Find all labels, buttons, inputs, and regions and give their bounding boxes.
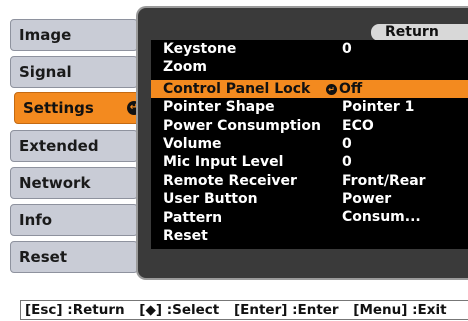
row-label: Pointer Shape bbox=[163, 99, 275, 115]
tab-label: Network bbox=[19, 174, 91, 192]
row-label: Power Consumption bbox=[163, 118, 321, 134]
row-value: 0 bbox=[342, 41, 352, 57]
menu-tab-network[interactable]: Network bbox=[10, 167, 138, 199]
tab-label: Extended bbox=[19, 137, 99, 155]
row-value: ECO bbox=[342, 118, 374, 134]
menu-row-pattern[interactable]: Pattern bbox=[151, 209, 468, 227]
tab-label: Image bbox=[19, 26, 72, 44]
menu-row-user-button[interactable]: User Button Power Consum... bbox=[151, 190, 468, 225]
row-value: 0 bbox=[342, 154, 352, 170]
row-value: 0 bbox=[342, 136, 352, 152]
row-label: Zoom bbox=[163, 59, 207, 75]
menu-row-zoom[interactable]: Zoom bbox=[151, 58, 468, 76]
help-bar: [Esc] :Return [◆] :Select [Enter] :Enter… bbox=[20, 300, 468, 320]
return-button[interactable]: Return bbox=[371, 24, 468, 41]
row-label: Volume bbox=[163, 136, 222, 152]
row-value: Pointer 1 bbox=[342, 99, 415, 115]
help-menu: [Menu] :Exit bbox=[353, 302, 447, 318]
menu-row-pointer-shape[interactable]: Pointer Shape Pointer 1 bbox=[151, 98, 468, 116]
menu-tab-reset[interactable]: Reset bbox=[10, 241, 138, 273]
help-esc: [Esc] :Return bbox=[25, 302, 125, 318]
row-value: Off bbox=[339, 81, 363, 97]
menu-tab-settings[interactable]: Settings ↵ bbox=[14, 92, 149, 124]
menu-row-mic-input-level[interactable]: Mic Input Level 0 bbox=[151, 153, 468, 171]
row-label: Keystone bbox=[163, 41, 237, 57]
menu-row-volume[interactable]: Volume 0 bbox=[151, 135, 468, 153]
help-enter: [Enter] :Enter bbox=[233, 302, 339, 318]
menu-row-keystone[interactable]: Keystone 0 bbox=[151, 40, 468, 58]
menu-tab-info[interactable]: Info bbox=[10, 204, 138, 236]
row-value: Front/Rear bbox=[342, 173, 426, 189]
tab-label: Signal bbox=[19, 63, 72, 81]
return-label: Return bbox=[385, 24, 439, 40]
row-label: Pattern bbox=[163, 210, 223, 226]
menu-row-control-panel-lock[interactable]: Control Panel Lock ↵ Off bbox=[151, 80, 468, 98]
menu-tab-signal[interactable]: Signal bbox=[10, 56, 138, 88]
row-label: User Button bbox=[163, 191, 258, 207]
row-label: Control Panel Lock bbox=[163, 81, 311, 97]
tab-label: Reset bbox=[19, 248, 67, 266]
menu-row-power-consumption[interactable]: Power Consumption ECO bbox=[151, 117, 468, 135]
menu-row-remote-receiver[interactable]: Remote Receiver Front/Rear bbox=[151, 172, 468, 190]
menu-tab-image[interactable]: Image bbox=[10, 19, 138, 51]
enter-icon: ↵ bbox=[326, 84, 337, 95]
row-label: Mic Input Level bbox=[163, 154, 284, 170]
settings-menu-list: Keystone 0 Zoom Control Panel Lock ↵ Off … bbox=[151, 40, 468, 249]
row-value-wrap: ↵ Off bbox=[326, 80, 362, 98]
tab-label: Settings bbox=[23, 99, 94, 117]
row-label: Reset bbox=[163, 228, 208, 244]
help-select: [◆] :Select bbox=[139, 302, 220, 318]
tab-label: Info bbox=[19, 211, 53, 229]
row-label: Remote Receiver bbox=[163, 173, 297, 189]
menu-tab-extended[interactable]: Extended bbox=[10, 130, 138, 162]
menu-row-reset[interactable]: Reset bbox=[151, 227, 468, 245]
